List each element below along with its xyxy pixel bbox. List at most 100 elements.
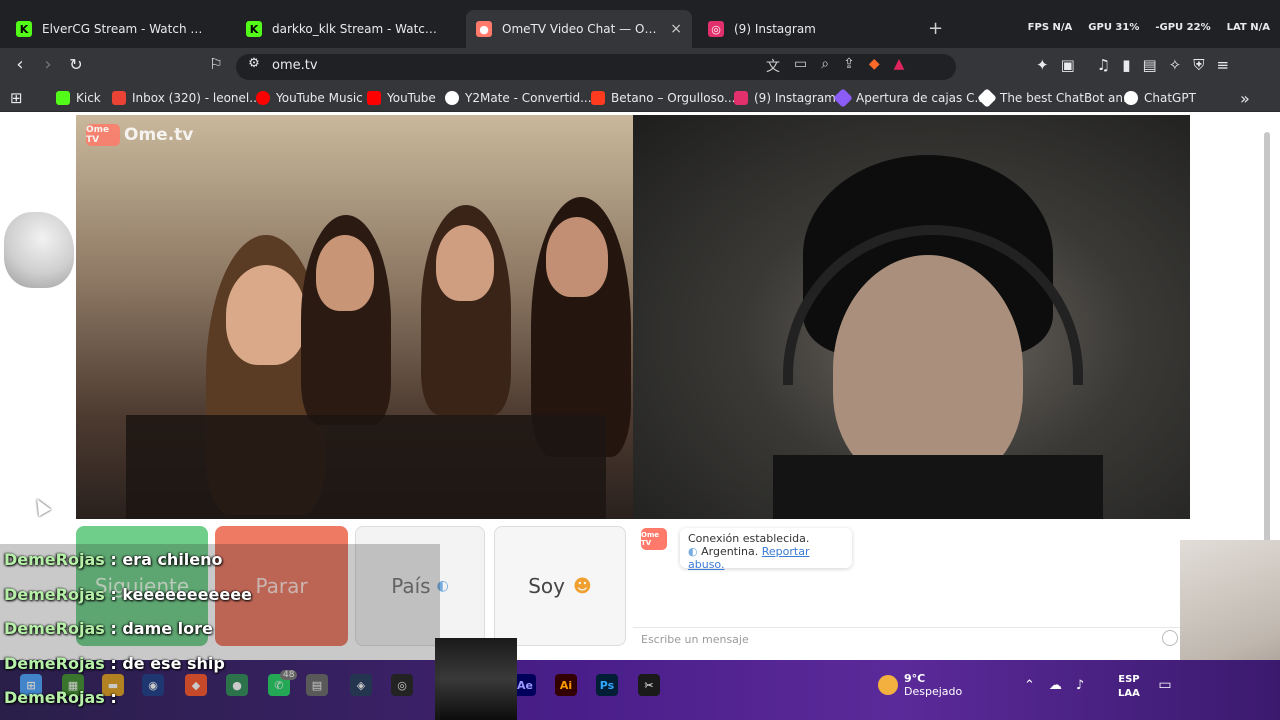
bookmark-youtube-music[interactable]: YouTube Music xyxy=(256,91,363,105)
bookmark-instagram[interactable]: (9) Instagram xyxy=(734,91,836,105)
bookmark-label: Inbox (320) - leonel... xyxy=(132,91,261,105)
gender-button[interactable]: Soy ☻ xyxy=(494,526,626,646)
chat-username: DemeRojas xyxy=(4,688,105,707)
bookmark-youtube[interactable]: YouTube xyxy=(367,91,436,105)
chat-username: DemeRojas xyxy=(4,550,105,569)
microphone-icon[interactable]: ♪ xyxy=(1076,678,1084,693)
argentina-flag-icon: ◐ xyxy=(688,545,698,558)
ometv-icon: ● xyxy=(476,21,492,37)
menu-icon[interactable]: ≡ xyxy=(1217,56,1230,74)
after-effects-icon[interactable]: Ae xyxy=(514,674,536,696)
stream-chat-message: DemeRojas : keeeeeeeeeee xyxy=(4,585,252,615)
capcut-icon[interactable]: ✂ xyxy=(638,674,660,696)
kick-icon xyxy=(56,91,70,105)
tab-label: ElverCG Stream - Watch Live on K xyxy=(42,22,206,36)
bookmark-label: The best ChatBot an... xyxy=(1000,91,1135,105)
url-text[interactable]: ome.tv xyxy=(272,58,318,73)
illustrator-icon[interactable]: Ai xyxy=(555,674,577,696)
person-jacket xyxy=(773,455,1103,519)
translate-icon[interactable]: 文 xyxy=(766,56,780,76)
wallet-icon[interactable]: ▤ xyxy=(1142,56,1156,74)
zoom-icon[interactable]: ⌕ xyxy=(821,56,829,76)
chat-text: : era chileno xyxy=(110,550,223,569)
person-face xyxy=(226,265,306,365)
bookmark-label: Kick xyxy=(76,91,101,105)
bookmark-chatbot[interactable]: The best ChatBot an... xyxy=(977,88,1135,108)
stream-chat-message: DemeRojas : dame lore xyxy=(4,619,213,649)
more-bookmarks-icon[interactable]: » xyxy=(1240,89,1250,108)
gender-label: Soy xyxy=(528,574,565,598)
chat-text: : xyxy=(110,688,117,707)
forward-icon[interactable]: › xyxy=(34,54,62,75)
vpn-icon[interactable]: ⛨ xyxy=(1193,56,1204,74)
notifications-icon[interactable]: ▭ xyxy=(1154,674,1176,696)
stream-chat-message: DemeRojas : de ese ship xyxy=(4,654,225,684)
tab-elvercg[interactable]: K ElverCG Stream - Watch Live on K xyxy=(6,10,216,48)
extensions-icon[interactable]: ✦ xyxy=(1036,56,1049,74)
person-face xyxy=(436,225,494,301)
leo-ai-icon[interactable]: ✧ xyxy=(1169,56,1182,74)
bookmark-apertura[interactable]: Apertura de cajas C... xyxy=(833,88,986,108)
photoshop-icon[interactable]: Ps xyxy=(596,674,618,696)
brave-shield-icon[interactable]: ◆ xyxy=(869,56,880,76)
betano-icon xyxy=(591,91,605,105)
stranger-video xyxy=(76,115,633,519)
browser-extension-icons: ✦ ▣ ♫ ▮ ▤ ✧ ⛨ ≡ xyxy=(1036,56,1229,74)
bookmark-icon[interactable]: ⚐ xyxy=(202,55,230,73)
language-top: ESP xyxy=(1118,674,1140,685)
ometv-logo: Ome TV Ome.tv xyxy=(86,124,193,146)
bookmark-chatgpt[interactable]: ChatGPT xyxy=(1124,91,1196,105)
person-face xyxy=(546,217,608,297)
chat-username: DemeRojas xyxy=(4,585,105,604)
ometv-logo-icon: Ome TV xyxy=(86,124,120,146)
bookmark-label: Betano – Orgulloso... xyxy=(611,91,736,105)
tab-instagram[interactable]: ◎ (9) Instagram xyxy=(698,10,898,48)
apps-icon[interactable]: ⊞ xyxy=(10,89,23,107)
weather-desc: Despejado xyxy=(904,685,963,698)
bookmark-betano[interactable]: Betano – Orgulloso... xyxy=(591,91,735,105)
bookmark-kick[interactable]: Kick xyxy=(56,91,101,105)
sidebar-icon[interactable]: ▮ xyxy=(1122,56,1130,74)
message-input[interactable]: Escribe un mensaje xyxy=(633,627,1180,653)
bookmark-label: Apertura de cajas C... xyxy=(856,91,986,105)
lat-stat: LAT N/A xyxy=(1226,22,1270,33)
screenshot-icon[interactable]: ▣ xyxy=(1061,56,1075,74)
language-indicator[interactable]: ESP LAA xyxy=(1118,673,1140,701)
sun-icon xyxy=(878,675,898,695)
tab-darkko[interactable]: K darkko_klk Stream - Watch Live on Ki xyxy=(236,10,452,48)
system-message: Conexión establecida. ◐ Argentina. Repor… xyxy=(680,528,852,571)
media-icon[interactable]: ♫ xyxy=(1097,56,1110,74)
close-icon[interactable]: × xyxy=(670,21,682,37)
person-clothing xyxy=(126,415,606,519)
chat-text: : dame lore xyxy=(110,619,213,638)
onedrive-icon[interactable]: ☁ xyxy=(1049,678,1062,693)
brave-rewards-icon[interactable]: ▲ xyxy=(894,56,905,76)
chat-text: : keeeeeeeeeee xyxy=(110,585,252,604)
bookmark-label: Y2Mate - Convertid... xyxy=(465,91,592,105)
bookmark-label: YouTube Music xyxy=(276,91,363,105)
bookmark-label: ChatGPT xyxy=(1144,91,1196,105)
share-icon[interactable]: ⇪ xyxy=(843,56,855,76)
youtube-icon xyxy=(367,91,381,105)
chat-username: DemeRojas xyxy=(4,619,105,638)
cast-icon[interactable]: ▭ xyxy=(794,56,807,76)
new-tab-button[interactable]: + xyxy=(928,18,943,39)
chevron-up-icon[interactable]: ⌃ xyxy=(1024,678,1035,693)
tab-label: darkko_klk Stream - Watch Live on Ki xyxy=(272,22,442,36)
chatbot-icon xyxy=(977,88,997,108)
stream-chat-message: DemeRojas : xyxy=(4,688,117,718)
kick-icon: K xyxy=(246,21,262,37)
weather-widget[interactable]: 9°C Despejado xyxy=(878,672,962,698)
bookmark-gmail[interactable]: Inbox (320) - leonel... xyxy=(112,91,261,105)
back-icon[interactable]: ‹ xyxy=(6,54,34,75)
ometv-logo-text: Ome.tv xyxy=(124,125,194,145)
gpu2-stat: -GPU 22% xyxy=(1155,22,1211,33)
bookmark-label: (9) Instagram xyxy=(754,91,836,105)
bookmark-y2mate[interactable]: Y2Mate - Convertid... xyxy=(445,91,592,105)
reload-icon[interactable]: ↻ xyxy=(62,55,90,74)
chat-text: : de ese ship xyxy=(110,654,225,673)
tab-ometv[interactable]: ● OmeTV Video Chat — Omegl × xyxy=(466,10,692,48)
site-settings-icon[interactable]: ⚙ xyxy=(240,56,268,71)
emoji-icon[interactable] xyxy=(1162,630,1178,646)
stream-chat-message: DemeRojas : era chileno xyxy=(4,550,223,580)
